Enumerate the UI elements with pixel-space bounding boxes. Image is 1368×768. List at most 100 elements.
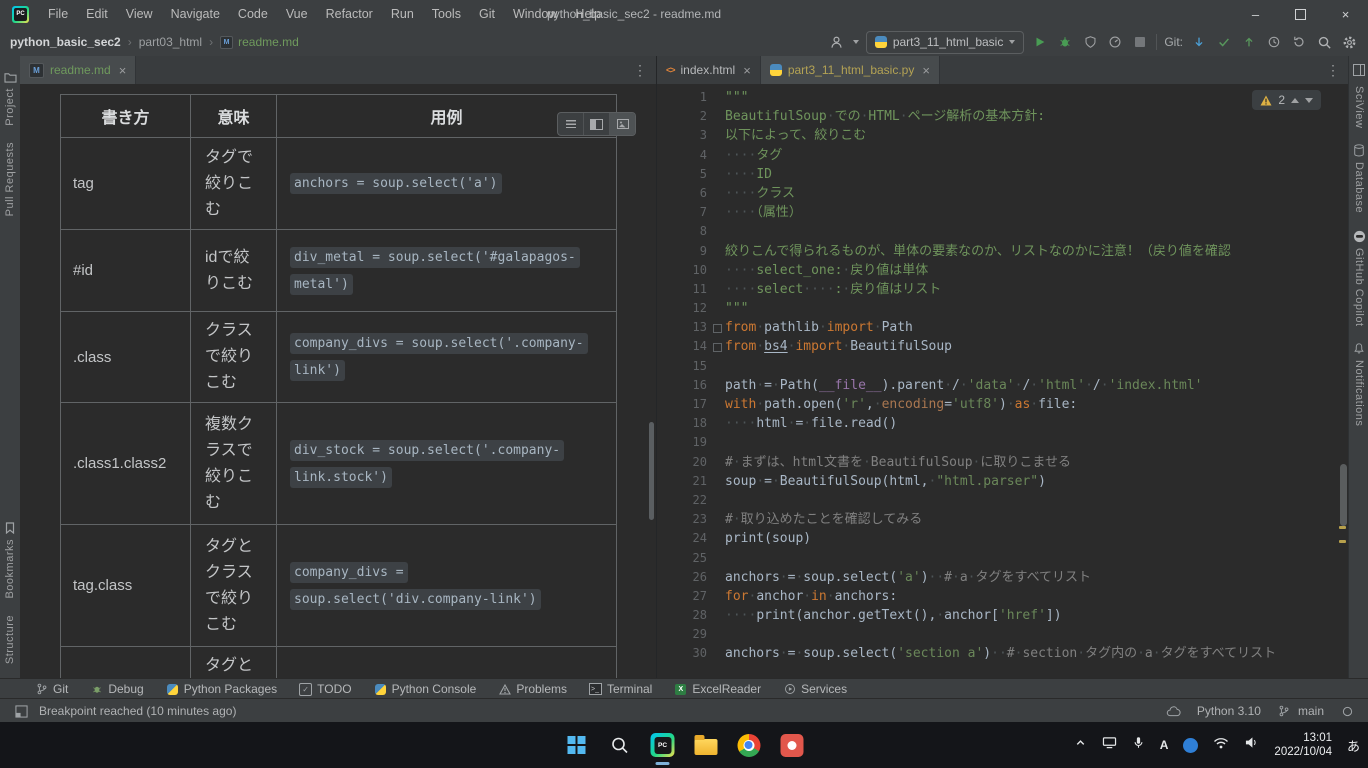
tool-button-python-packages[interactable]: Python Packages — [155, 679, 288, 699]
hidden-icons-chevron[interactable] — [1074, 736, 1087, 754]
minimize-button[interactable]: – — [1233, 0, 1278, 28]
line-number: 23 — [657, 510, 707, 529]
cloud-icon[interactable] — [1165, 702, 1183, 720]
code-editor[interactable]: 1"""2BeautifulSoup·での·HTML·ページ解析の基本方針:3以… — [657, 84, 1349, 678]
user-menu-caret-icon[interactable] — [853, 40, 859, 44]
warning-stripe-mark[interactable] — [1339, 526, 1346, 529]
preview-scrollbar[interactable] — [649, 422, 654, 520]
tab-options-icon[interactable]: ⋮ — [1317, 62, 1349, 79]
tab-readme-md[interactable]: M readme.md × — [20, 56, 136, 84]
sidebar-item-github-copilot[interactable]: GitHub Copilot — [1353, 230, 1366, 327]
warning-stripe-mark[interactable] — [1339, 540, 1346, 543]
run-with-coverage-button[interactable] — [1081, 33, 1099, 51]
sidebar-item-notifications[interactable]: Notifications — [1353, 342, 1365, 426]
close-button[interactable]: × — [1323, 0, 1368, 28]
preview-only-icon[interactable] — [609, 113, 635, 135]
tab-options-icon[interactable]: ⋮ — [624, 62, 656, 79]
sidebar-item-pull-requests[interactable]: Pull Requests — [4, 142, 16, 216]
code-line: 12""" — [657, 299, 1349, 318]
git-update-button[interactable] — [1190, 33, 1208, 51]
menu-item-navigate[interactable]: Navigate — [162, 0, 229, 28]
run-button[interactable] — [1031, 33, 1049, 51]
tool-window-layout-icon[interactable] — [1353, 64, 1365, 76]
tool-button-excelreader[interactable]: X ExcelReader — [663, 679, 772, 699]
sidebar-item-database[interactable]: Database — [1353, 144, 1365, 213]
menu-item-window[interactable]: Window — [504, 0, 566, 28]
tool-button-terminal[interactable]: >_ Terminal — [578, 679, 663, 699]
git-branch-icon[interactable] — [1275, 702, 1293, 720]
sidebar-item-structure[interactable]: Structure — [4, 615, 16, 664]
menu-item-git[interactable]: Git — [470, 0, 504, 28]
breadcrumb-item[interactable]: readme.md — [238, 35, 299, 49]
tool-button-debug[interactable]: Debug — [79, 679, 154, 699]
sidebar-item-bookmarks[interactable]: Bookmarks — [4, 522, 16, 599]
markdown-file-icon: M — [29, 63, 44, 78]
git-push-button[interactable] — [1240, 33, 1258, 51]
settings-gear-icon[interactable] — [1340, 33, 1358, 51]
menu-item-view[interactable]: View — [117, 0, 162, 28]
tab-part3-11-html-basic-py[interactable]: part3_11_html_basic.py × — [761, 56, 940, 84]
taskbar-clock[interactable]: 13:01 2022/10/04 — [1274, 731, 1332, 759]
menu-item-edit[interactable]: Edit — [77, 0, 117, 28]
taskbar-red-app-icon[interactable] — [779, 732, 805, 758]
code-text: """ — [725, 88, 748, 107]
close-tab-icon[interactable]: × — [119, 63, 127, 78]
maximize-button[interactable] — [1278, 0, 1323, 28]
rollback-button[interactable] — [1290, 33, 1308, 51]
blue-tray-app-icon[interactable] — [1183, 738, 1198, 753]
tool-button-todo[interactable]: ✓ TODO — [288, 679, 362, 699]
status-indicator-icon[interactable] — [1338, 702, 1356, 720]
fold-marker[interactable] — [713, 324, 722, 333]
breadcrumb-item[interactable]: python_basic_sec2 — [10, 35, 121, 49]
user-avatar-icon[interactable] — [828, 33, 846, 51]
tool-window-toggle-icon[interactable] — [12, 702, 30, 720]
next-problem-icon[interactable] — [1305, 98, 1313, 103]
tray-mic-icon[interactable] — [1132, 735, 1145, 755]
previous-problem-icon[interactable] — [1291, 98, 1299, 103]
split-view-icon[interactable] — [583, 113, 609, 135]
status-message[interactable]: Breakpoint reached (10 minutes ago) — [39, 704, 236, 718]
close-tab-icon[interactable]: × — [922, 63, 930, 78]
menu-item-code[interactable]: Code — [229, 0, 277, 28]
sidebar-item-sciview[interactable]: SciView — [1353, 86, 1365, 128]
code-token: path — [725, 378, 756, 393]
volume-icon[interactable] — [1244, 736, 1259, 754]
debug-button[interactable] — [1056, 33, 1074, 51]
start-button[interactable] — [564, 732, 590, 758]
menu-item-help[interactable]: Help — [566, 0, 610, 28]
search-everywhere-icon[interactable] — [1315, 33, 1333, 51]
menu-item-vue[interactable]: Vue — [277, 0, 317, 28]
tool-button-git[interactable]: Git — [24, 679, 79, 699]
profiler-button[interactable] — [1106, 33, 1124, 51]
taskbar-search-button[interactable] — [607, 732, 633, 758]
menu-item-tools[interactable]: Tools — [423, 0, 470, 28]
tool-button-problems[interactable]: Problems — [487, 679, 578, 699]
tab-index-html[interactable]: <> index.html × — [657, 56, 761, 84]
tool-button-python-console[interactable]: Python Console — [363, 679, 488, 699]
taskbar-explorer-icon[interactable] — [693, 732, 719, 758]
tray-network-icon[interactable] — [1102, 736, 1117, 754]
menu-item-refactor[interactable]: Refactor — [317, 0, 382, 28]
stop-button[interactable] — [1131, 33, 1149, 51]
sidebar-item-project[interactable]: Project — [4, 72, 17, 126]
code-token: · — [827, 589, 835, 604]
editor-scrollbar[interactable] — [1340, 464, 1347, 526]
tool-button-services[interactable]: Services — [772, 679, 858, 699]
git-commit-button[interactable] — [1215, 33, 1233, 51]
taskbar-chrome-icon[interactable] — [736, 732, 762, 758]
wifi-icon[interactable] — [1213, 736, 1229, 754]
fold-marker[interactable] — [713, 343, 722, 352]
taskbar-pycharm-icon[interactable]: PC — [650, 732, 676, 758]
breadcrumb-item[interactable]: part03_html — [139, 35, 202, 49]
git-branch-name[interactable]: main — [1298, 704, 1324, 718]
ime-mode-indicator[interactable]: A — [1160, 738, 1169, 752]
inspections-widget[interactable]: 2 — [1252, 90, 1321, 110]
menu-item-file[interactable]: File — [39, 0, 77, 28]
menu-item-run[interactable]: Run — [382, 0, 423, 28]
editor-only-icon[interactable] — [558, 113, 583, 135]
run-configuration-select[interactable]: part3_11_html_basic — [866, 31, 1025, 54]
git-history-button[interactable] — [1265, 33, 1283, 51]
ime-language-indicator[interactable]: あ — [1347, 736, 1360, 755]
close-tab-icon[interactable]: × — [743, 63, 751, 78]
python-interpreter[interactable]: Python 3.10 — [1197, 704, 1261, 718]
